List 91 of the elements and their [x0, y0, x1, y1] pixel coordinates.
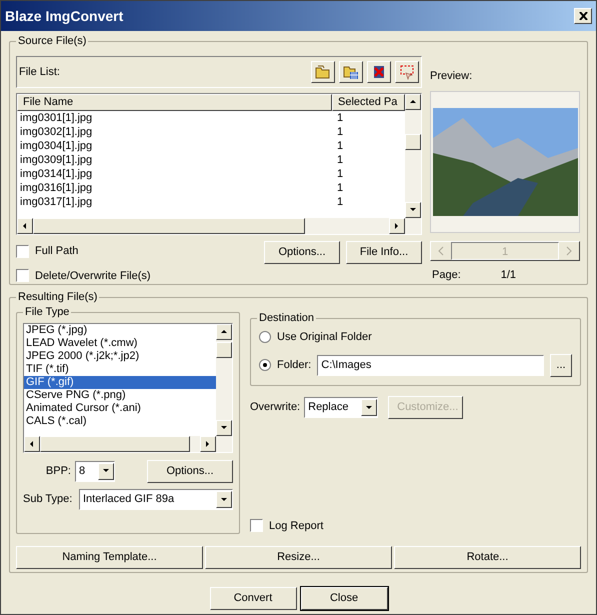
dialog-button[interactable]: Options... [264, 241, 340, 264]
table-cell-text: 1 [336, 139, 344, 153]
scroll-arrow-button[interactable] [389, 218, 405, 234]
bpp-dropdown[interactable]: 8 [75, 460, 115, 482]
table-cell-text: 1 [336, 195, 344, 209]
table-cell-text: img0304[1].jpg [19, 139, 94, 153]
overwrite-label: Overwrite: [250, 400, 300, 416]
checkbox-label: Full Path [35, 244, 78, 259]
group-title: Source File(s) [16, 34, 88, 48]
browse-button[interactable]: ... [550, 354, 572, 376]
page-count: 1/1 [500, 268, 516, 282]
column-header[interactable]: Selected Pa [332, 94, 405, 111]
radio-button[interactable] [259, 359, 271, 371]
scroll-thumb[interactable] [33, 218, 305, 234]
close-button[interactable] [574, 8, 592, 24]
table-cell-text: img0317[1].jpg [19, 195, 94, 209]
radio-label: Folder: [277, 358, 312, 373]
scroll-arrow-button[interactable] [216, 420, 232, 436]
file-type-item[interactable]: TIF (*.tif) [24, 363, 216, 376]
toolbar-button[interactable] [339, 61, 363, 83]
scroll-arrow-button[interactable] [200, 436, 216, 452]
arrow-icon [409, 98, 417, 106]
scroll-arrow-button[interactable] [24, 436, 40, 452]
horizontal-scrollbar[interactable] [24, 436, 216, 452]
dialog-button[interactable]: Options... [147, 460, 233, 482]
group-title: Resulting File(s) [16, 290, 100, 304]
dialog-button[interactable]: Naming Template... [16, 546, 203, 569]
checkbox[interactable] [250, 519, 263, 532]
scroll-thumb[interactable] [405, 134, 421, 150]
scroll-thumb[interactable] [216, 342, 232, 358]
delete-icon [371, 64, 387, 80]
horizontal-scrollbar[interactable] [17, 218, 405, 234]
radio-button[interactable] [259, 331, 271, 344]
checkbox[interactable] [16, 244, 29, 258]
file-type-item[interactable]: CServe PNG (*.png) [24, 389, 216, 402]
dialog-button[interactable]: File Info... [346, 241, 422, 264]
table-cell-text: img0301[1].jpg [19, 111, 94, 125]
arrow-icon [21, 222, 29, 230]
folder-grid-icon [343, 64, 359, 80]
scroll-arrow-button[interactable] [17, 218, 33, 234]
group-title: File Type [23, 305, 72, 319]
table-cell-text: img0309[1].jpg [19, 153, 94, 167]
file-type-item[interactable]: JPEG 2000 (*.j2k;*.jp2) [24, 350, 216, 363]
bpp-label: BPP: [44, 464, 72, 479]
dialog-button[interactable]: Close [300, 587, 388, 610]
page-number: 1 [451, 242, 559, 260]
file-type-item[interactable]: LEAD Wavelet (*.cmw) [24, 337, 216, 350]
window-title: Blaze ImgConvert [5, 6, 124, 26]
scrollbar-corner [216, 436, 232, 452]
overwrite-dropdown[interactable]: Replace [304, 397, 378, 418]
arrow-icon [28, 440, 36, 448]
table-cell-text: 1 [336, 111, 344, 125]
toolbar-button[interactable] [395, 61, 419, 83]
vertical-scrollbar[interactable] [405, 94, 421, 218]
dialog-button[interactable]: Resize... [205, 546, 392, 569]
scroll-arrow-button[interactable] [405, 94, 421, 110]
table-cell-text: 1 [336, 181, 344, 195]
table-cell-text: 1 [336, 167, 344, 181]
arrow-icon [220, 328, 228, 336]
sub-type-label: Sub Type: [23, 492, 74, 508]
dialog-button[interactable]: Convert [210, 587, 296, 610]
dialog-button[interactable]: Rotate... [394, 546, 581, 569]
table-cell-text: img0316[1].jpg [19, 181, 94, 195]
page-label: Page: [432, 268, 461, 282]
scrollbar-corner [405, 218, 421, 234]
checkbox[interactable] [16, 269, 29, 282]
sub-type-dropdown[interactable]: Interlaced GIF 89a [79, 489, 233, 510]
scroll-thumb[interactable] [40, 436, 190, 452]
scroll-arrow-button[interactable] [216, 324, 232, 340]
file-type-item[interactable]: JPEG (*.jpg) [24, 324, 216, 337]
checkbox-label: Delete/Overwrite File(s) [35, 268, 151, 284]
checkbox-label: Log Report [269, 518, 324, 534]
column-header[interactable]: File Name [17, 94, 332, 111]
vertical-scrollbar[interactable] [216, 324, 232, 436]
file-list-label: File List: [19, 64, 61, 80]
toolbar-button[interactable] [367, 61, 391, 83]
radio-label: Use Original Folder [277, 330, 372, 345]
table-cell-text: 1 [336, 153, 344, 167]
file-type-item[interactable]: GIF (*.gif) [24, 376, 216, 389]
dashed-selection-icon [399, 64, 415, 80]
folder-field[interactable]: C:\Images [317, 354, 544, 376]
file-type-item[interactable]: Animated Cursor (*.ani) [24, 402, 216, 415]
file-type-item[interactable]: CALS (*.cal) [24, 415, 216, 428]
toolbar-button[interactable] [311, 61, 335, 83]
table-cell-text: img0302[1].jpg [19, 125, 94, 139]
scroll-arrow-button[interactable] [405, 202, 421, 218]
table-cell-text: img0314[1].jpg [19, 167, 94, 181]
close-icon [578, 12, 588, 20]
preview-label: Preview: [430, 69, 474, 84]
table-cell-text: 1 [336, 125, 344, 139]
folder-icon [315, 64, 331, 80]
